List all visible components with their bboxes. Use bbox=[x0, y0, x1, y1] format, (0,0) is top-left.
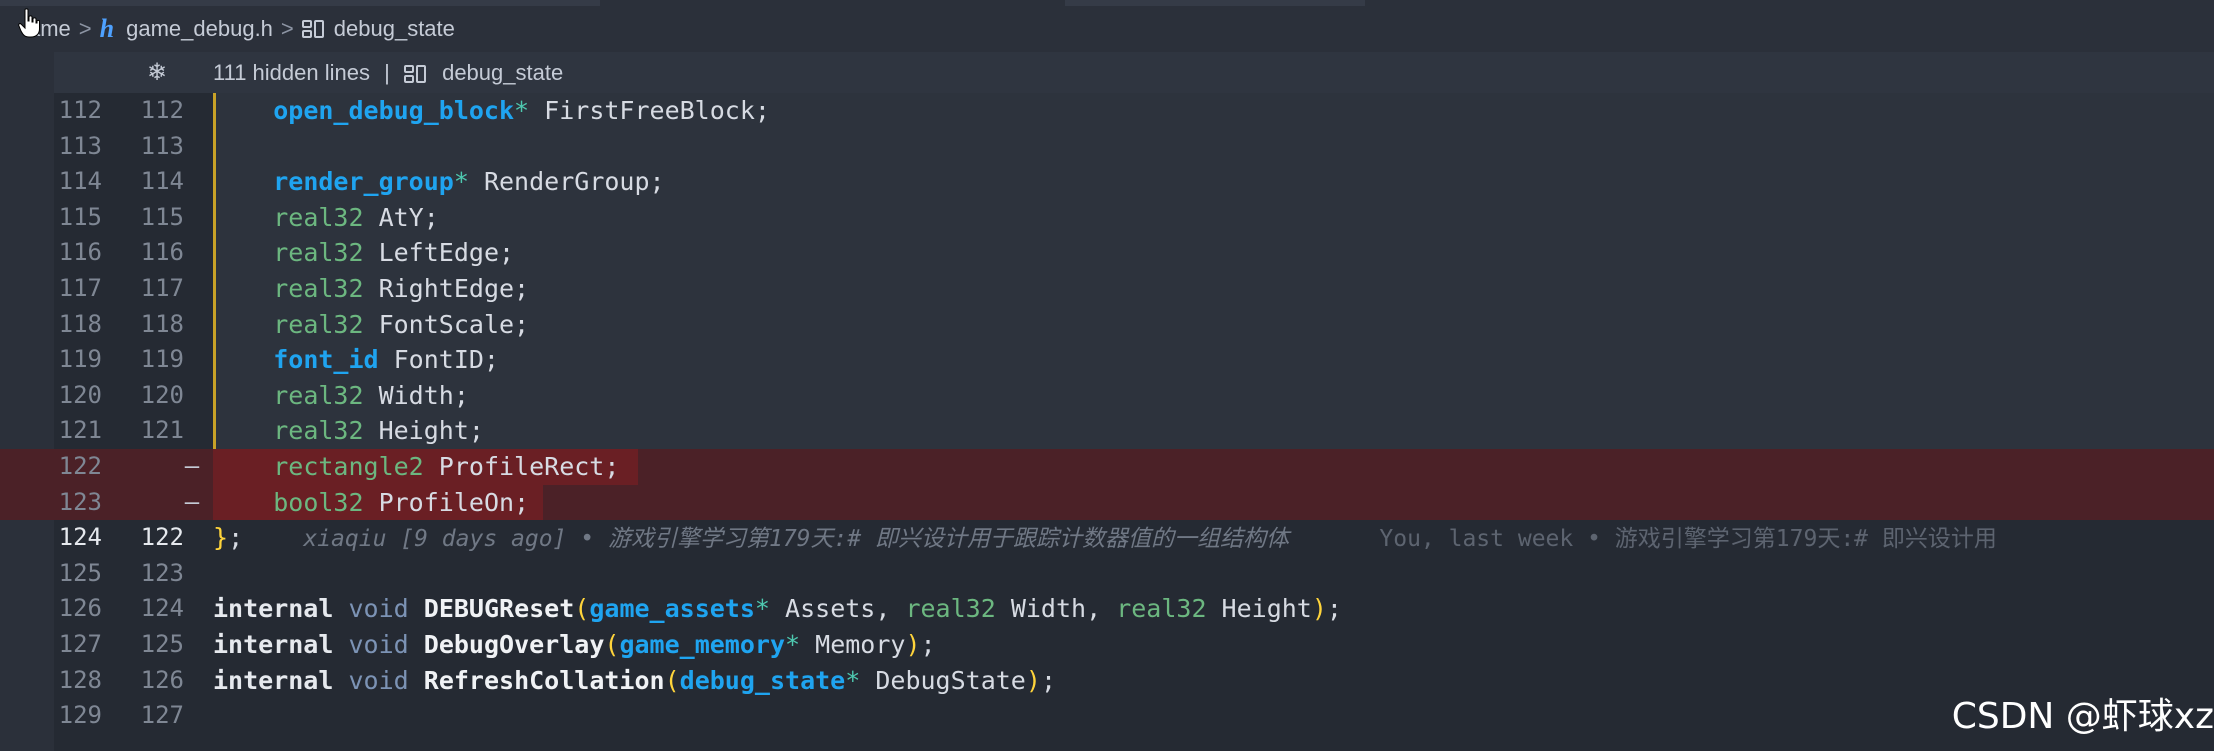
line-number-right: 126 bbox=[140, 665, 184, 694]
code-line[interactable]: 121 121 real32 Height; bbox=[0, 413, 2214, 449]
line-number-right: 121 bbox=[140, 416, 184, 445]
line-number-left: 114 bbox=[58, 167, 102, 196]
code-editor[interactable]: 112 112 open_debug_block* FirstFreeBlock… bbox=[0, 93, 2214, 751]
code-line[interactable]: 112 112 open_debug_block* FirstFreeBlock… bbox=[0, 93, 2214, 129]
breadcrumb-item-file[interactable]: game_debug.h bbox=[126, 16, 273, 42]
deleted-code-line[interactable]: 123 — bool32 ProfileOn; bbox=[0, 485, 2214, 521]
line-number-right: 127 bbox=[140, 701, 184, 730]
line-number-left: 113 bbox=[58, 131, 102, 160]
code-line[interactable]: 120 120 real32 Width; bbox=[0, 378, 2214, 414]
code-text: real32 LeftEdge; bbox=[273, 238, 515, 268]
fold-divider: | bbox=[384, 60, 390, 85]
code-line[interactable]: 115 115 real32 AtY; bbox=[0, 200, 2214, 236]
code-text: bool32 ProfileOn; bbox=[273, 487, 530, 517]
code-line[interactable]: 119 119 font_id FontID; bbox=[0, 342, 2214, 378]
struct-icon bbox=[403, 65, 426, 84]
deleted-line-marker: — bbox=[184, 452, 200, 480]
code-line[interactable]: 125 123 bbox=[0, 556, 2214, 592]
gutter bbox=[0, 52, 54, 93]
line-number-left: 117 bbox=[58, 274, 102, 302]
line-number-left: 115 bbox=[58, 202, 102, 231]
struct-icon bbox=[301, 20, 324, 38]
line-number-right: 118 bbox=[140, 309, 184, 338]
line-number-left: 123 bbox=[58, 487, 102, 516]
breadcrumb: ame > h game_debug.h > debug_state bbox=[0, 6, 2214, 52]
code-text: real32 AtY; bbox=[273, 202, 439, 232]
line-number-left: 112 bbox=[58, 96, 102, 124]
code-line-current[interactable]: 124 122 }; xiaqiu [9 days ago] • 游戏引擎学习第… bbox=[0, 520, 2214, 556]
code-line[interactable]: 117 117 real32 RightEdge; bbox=[0, 271, 2214, 307]
code-text: real32 Width; bbox=[273, 380, 469, 410]
code-line[interactable]: 126 124 internal void DEBUGReset(game_as… bbox=[0, 591, 2214, 627]
line-number-left: 121 bbox=[58, 416, 102, 445]
folded-region-label[interactable]: 111 hidden lines | debug_state bbox=[213, 60, 563, 86]
line-number-right: 112 bbox=[140, 96, 184, 124]
line-number-left: 116 bbox=[58, 238, 102, 267]
code-text: internal void DebugOverlay(game_memory* … bbox=[213, 630, 936, 659]
line-number-right: 117 bbox=[140, 274, 184, 302]
git-blame-annotation: xiaqiu [9 days ago] • 游戏引擎学习第179天:# 即兴设计… bbox=[303, 526, 1290, 553]
deleted-code-line[interactable]: 122 — rectangle2 ProfileRect; bbox=[0, 449, 2214, 485]
line-number-left: 127 bbox=[58, 630, 102, 658]
code-text: real32 Height; bbox=[273, 416, 484, 446]
line-number-left: 129 bbox=[58, 701, 102, 730]
code-line[interactable]: 128 126 internal void RefreshCollation(d… bbox=[0, 663, 2214, 699]
line-number-left: 118 bbox=[58, 309, 102, 338]
code-line[interactable]: 118 118 real32 FontScale; bbox=[0, 307, 2214, 343]
line-number-left: 124 bbox=[58, 523, 102, 552]
hand-cursor-icon bbox=[18, 8, 40, 38]
line-number-right: 123 bbox=[140, 558, 184, 587]
code-line[interactable]: 113 113 bbox=[0, 129, 2214, 165]
code-line[interactable]: 129 127 bbox=[0, 698, 2214, 734]
line-number-right: 124 bbox=[140, 594, 184, 623]
line-number-left: 126 bbox=[58, 594, 102, 623]
hidden-lines-count: 111 hidden lines bbox=[213, 60, 370, 85]
line-number-right: 120 bbox=[140, 380, 184, 409]
unfold-icon[interactable]: ❄ bbox=[144, 60, 170, 86]
code-text: real32 FontScale; bbox=[273, 309, 530, 339]
watermark: CSDN @虾球xz bbox=[1951, 696, 2214, 737]
line-number-left: 128 bbox=[58, 665, 102, 694]
fold-symbol-name: debug_state bbox=[442, 60, 564, 85]
code-text: real32 RightEdge; bbox=[273, 274, 530, 303]
chevron-right-icon: > bbox=[78, 16, 92, 41]
code-line[interactable]: 114 114 render_group* RenderGroup; bbox=[0, 164, 2214, 200]
line-number-right: 122 bbox=[140, 523, 184, 552]
chevron-right-icon: > bbox=[280, 16, 294, 41]
folded-region-bar[interactable]: ❄ 111 hidden lines | debug_state bbox=[0, 52, 2214, 93]
code-line[interactable]: 116 116 real32 LeftEdge; bbox=[0, 235, 2214, 271]
breadcrumb-item-symbol[interactable]: debug_state bbox=[334, 16, 455, 42]
code-text: }; xiaqiu [9 days ago] • 游戏引擎学习第179天:# 即… bbox=[213, 523, 1997, 553]
line-number-left: 122 bbox=[58, 452, 102, 480]
git-blame-annotation-secondary: You, last week • 游戏引擎学习第179天:# 即兴设计用 bbox=[1379, 526, 1997, 553]
code-text: internal void DEBUGReset(game_assets* As… bbox=[213, 594, 1342, 624]
line-number-right: 113 bbox=[140, 131, 184, 160]
code-text: render_group* RenderGroup; bbox=[273, 167, 665, 197]
line-number-left: 125 bbox=[58, 558, 102, 587]
line-number-left: 119 bbox=[58, 345, 102, 374]
line-number-right: 119 bbox=[140, 345, 184, 374]
deleted-line-marker: — bbox=[184, 487, 200, 516]
line-number-right: 115 bbox=[140, 202, 184, 231]
code-text: open_debug_block* FirstFreeBlock; bbox=[273, 96, 770, 125]
header-file-icon: h bbox=[99, 14, 115, 43]
code-text: font_id FontID; bbox=[273, 345, 499, 375]
line-number-right: 114 bbox=[140, 167, 184, 196]
line-number-right: 116 bbox=[140, 238, 184, 267]
code-text: internal void RefreshCollation(debug_sta… bbox=[213, 665, 1056, 695]
line-number-right: 125 bbox=[140, 630, 184, 658]
line-number-left: 120 bbox=[58, 380, 102, 409]
code-line[interactable]: 127 125 internal void DebugOverlay(game_… bbox=[0, 627, 2214, 663]
code-text: rectangle2 ProfileRect; bbox=[273, 452, 620, 481]
